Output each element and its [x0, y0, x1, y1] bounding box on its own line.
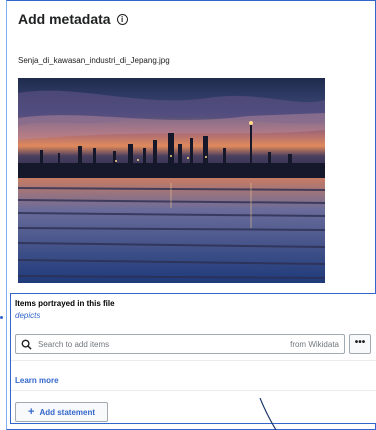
add-statement-label: Add statement [39, 407, 95, 417]
more-options-button[interactable]: ••• [349, 334, 371, 354]
divider [11, 360, 376, 361]
depicts-statement: Items portrayed in this file depicts Sea… [10, 293, 376, 424]
divider [11, 390, 376, 391]
plus-icon: + [28, 406, 35, 418]
file-name: Senja_di_kawasan_industri_di_Jepang.jpg [18, 56, 170, 65]
thumbnail-image [18, 78, 325, 283]
info-icon[interactable]: i [116, 13, 128, 25]
search-items-input[interactable]: Search to add items from Wikidata [15, 334, 345, 354]
panel-title: Add metadata [18, 11, 111, 27]
panel-marker [0, 316, 3, 319]
learn-more-link[interactable]: Learn more [15, 376, 59, 385]
panel-header: Add metadata i [18, 11, 128, 27]
search-source-label: from Wikidata [290, 339, 339, 349]
statement-title: Items portrayed in this file [15, 299, 115, 308]
search-icon [21, 339, 32, 350]
pen-stroke-mark [259, 398, 277, 430]
file-thumbnail [18, 78, 325, 283]
search-placeholder: Search to add items [38, 339, 110, 349]
property-link-depicts[interactable]: depicts [15, 311, 40, 320]
add-statement-button[interactable]: + Add statement [15, 402, 108, 422]
